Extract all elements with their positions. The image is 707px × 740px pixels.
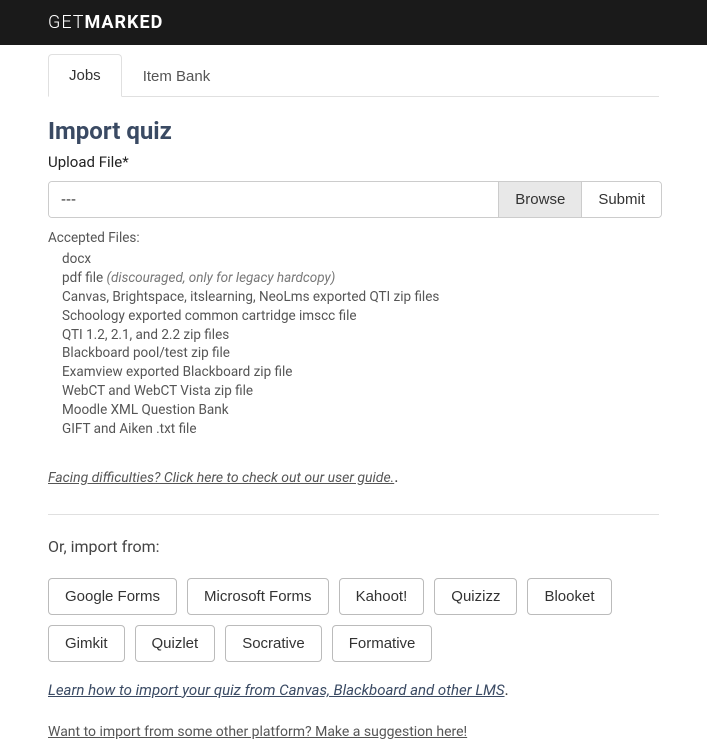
logo: GETMARKED [48, 12, 707, 33]
suggest-platform-link[interactable]: Want to import from some other platform?… [48, 724, 467, 740]
submit-button[interactable]: Submit [581, 182, 661, 217]
logo-thin: GET [48, 12, 84, 33]
list-item: QTI 1.2, 2.1, and 2.2 zip files [62, 326, 659, 345]
list-item: GIFT and Aiken .txt file [62, 420, 659, 439]
tab-item-bank[interactable]: Item Bank [122, 54, 232, 97]
tab-jobs[interactable]: Jobs [48, 54, 122, 97]
tab-bar: Jobs Item Bank [48, 53, 659, 97]
file-upload-row: Browse Submit [48, 181, 662, 218]
section-divider [48, 514, 659, 515]
or-import-label: Or, import from: [48, 537, 659, 556]
user-guide-link[interactable]: Facing difficulties? Click here to check… [48, 470, 394, 486]
list-item: Schoology exported common cartridge imsc… [62, 307, 659, 326]
list-item: Blackboard pool/test zip file [62, 344, 659, 363]
learn-lms-import-link[interactable]: Learn how to import your quiz from Canva… [48, 681, 505, 699]
import-blooket-button[interactable]: Blooket [527, 578, 611, 615]
list-item: WebCT and WebCT Vista zip file [62, 382, 659, 401]
list-item: Canvas, Brightspace, itslearning, NeoLms… [62, 288, 659, 307]
main-container: Jobs Item Bank Import quiz Upload File* … [0, 53, 707, 740]
list-item: docx [62, 250, 659, 269]
import-google-forms-button[interactable]: Google Forms [48, 578, 177, 615]
file-path-display[interactable] [49, 182, 498, 217]
import-source-buttons: Google Forms Microsoft Forms Kahoot! Qui… [48, 578, 659, 662]
page-title: Import quiz [48, 117, 659, 145]
browse-button[interactable]: Browse [498, 182, 581, 217]
accepted-files-label: Accepted Files: [48, 230, 659, 246]
import-quizizz-button[interactable]: Quizizz [434, 578, 517, 615]
import-socrative-button[interactable]: Socrative [225, 625, 322, 662]
list-item: Examview exported Blackboard zip file [62, 363, 659, 382]
import-microsoft-forms-button[interactable]: Microsoft Forms [187, 578, 329, 615]
list-item: Moodle XML Question Bank [62, 401, 659, 420]
upload-file-label: Upload File* [48, 153, 659, 171]
import-quizlet-button[interactable]: Quizlet [135, 625, 216, 662]
import-kahoot-button[interactable]: Kahoot! [339, 578, 425, 615]
import-gimkit-button[interactable]: Gimkit [48, 625, 125, 662]
list-item: pdf file (discouraged, only for legacy h… [62, 269, 659, 288]
import-formative-button[interactable]: Formative [332, 625, 433, 662]
accepted-files-list: docx pdf file (discouraged, only for leg… [48, 250, 659, 439]
app-header: GETMARKED [0, 0, 707, 45]
logo-bold: MARKED [84, 12, 163, 33]
